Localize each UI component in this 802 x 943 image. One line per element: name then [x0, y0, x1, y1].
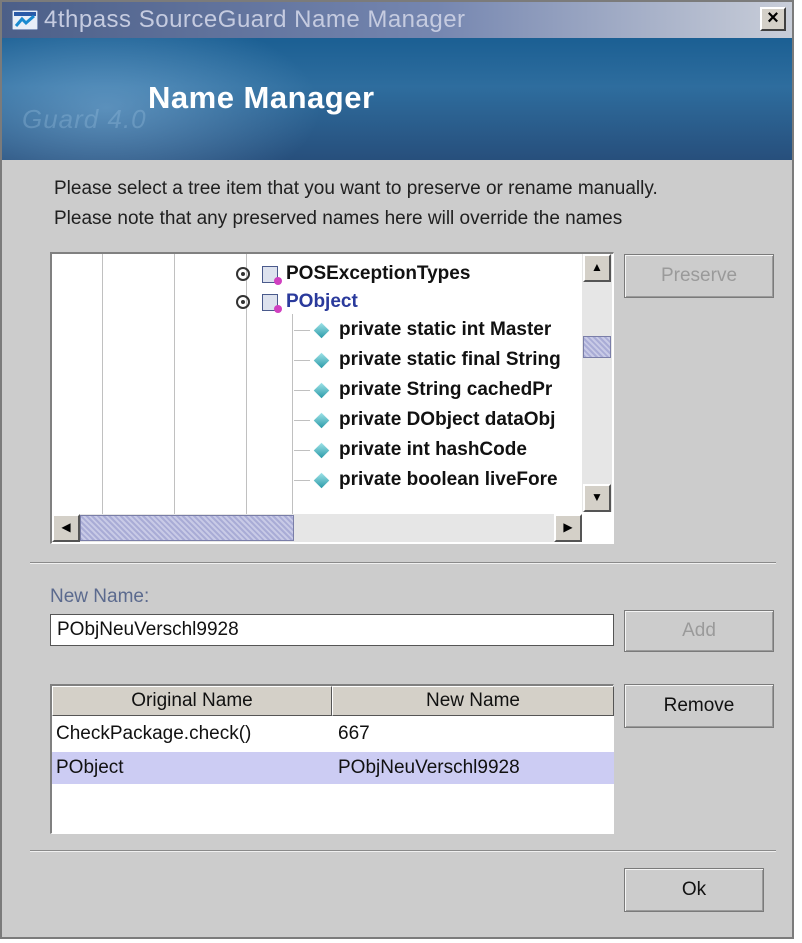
renamed-names-table[interactable]: Original Name New Name CheckPackage.chec… — [50, 684, 614, 834]
class-icon — [262, 293, 282, 313]
table-cell-original[interactable]: CheckPackage.check() — [56, 718, 251, 750]
column-header-original-name[interactable]: Original Name — [52, 686, 332, 716]
field-icon — [313, 472, 330, 488]
scroll-up-arrow-icon[interactable]: ▲ — [583, 254, 611, 282]
title-bar[interactable]: 4thpass SourceGuard Name Manager × — [2, 2, 792, 38]
description-line-1: Please select a tree item that you want … — [54, 178, 658, 199]
divider — [30, 562, 776, 564]
tree-item[interactable]: private DObject dataObj — [294, 406, 555, 434]
description-line-2: Please note that any preserved names her… — [54, 208, 623, 229]
tree-item[interactable]: POSExceptionTypes — [236, 260, 470, 288]
collapsed-node-icon[interactable] — [236, 267, 250, 281]
scroll-left-arrow-icon[interactable]: ◀ — [52, 514, 80, 542]
app-icon — [12, 10, 38, 30]
close-button[interactable]: × — [760, 7, 786, 31]
field-icon — [313, 352, 330, 368]
field-icon — [313, 322, 330, 338]
field-icon — [313, 412, 330, 428]
tree-item[interactable]: private static int Master — [294, 316, 551, 344]
class-icon — [262, 265, 282, 285]
new-name-label: New Name: — [50, 586, 150, 607]
tree-item[interactable]: private String cachedPr — [294, 376, 552, 404]
divider — [30, 850, 776, 852]
vertical-scroll-thumb[interactable] — [583, 336, 611, 358]
window-title: 4thpass SourceGuard Name Manager — [44, 6, 466, 33]
tree-item-selected[interactable]: PObject — [236, 288, 358, 316]
selected-row-highlight — [52, 752, 614, 784]
table-cell-original[interactable]: PObject — [56, 752, 124, 784]
field-icon — [313, 382, 330, 398]
tree-item[interactable]: private boolean liveFore — [294, 466, 558, 494]
table-cell-new[interactable]: 667 — [338, 718, 370, 750]
header-banner: Guard 4.0 Name Manager — [2, 38, 792, 160]
new-name-input[interactable] — [50, 614, 614, 646]
ok-button[interactable]: Ok — [624, 868, 764, 912]
tree-horizontal-scrollbar[interactable]: ◀ ▶ — [52, 514, 582, 542]
scroll-down-arrow-icon[interactable]: ▼ — [583, 484, 611, 512]
name-manager-dialog: 4thpass SourceGuard Name Manager × Guard… — [0, 0, 794, 939]
field-icon — [313, 442, 330, 458]
column-header-new-name[interactable]: New Name — [332, 686, 614, 716]
horizontal-scroll-thumb[interactable] — [80, 515, 294, 541]
banner-watermark: Guard 4.0 — [22, 104, 147, 134]
remove-button[interactable]: Remove — [624, 684, 774, 728]
expanded-node-icon[interactable] — [236, 295, 250, 309]
tree-item[interactable]: private int hashCode — [294, 436, 527, 464]
preserve-button[interactable]: Preserve — [624, 254, 774, 298]
class-tree[interactable]: POSExceptionTypes PObject private static… — [50, 252, 614, 544]
table-cell-new[interactable]: PObjNeuVerschl9928 — [338, 752, 520, 784]
scroll-right-arrow-icon[interactable]: ▶ — [554, 514, 582, 542]
add-button[interactable]: Add — [624, 610, 774, 652]
tree-vertical-scrollbar[interactable]: ▲ ▼ — [582, 254, 612, 512]
tree-item[interactable]: private static final String — [294, 346, 561, 374]
banner-title: Name Manager — [148, 80, 375, 115]
